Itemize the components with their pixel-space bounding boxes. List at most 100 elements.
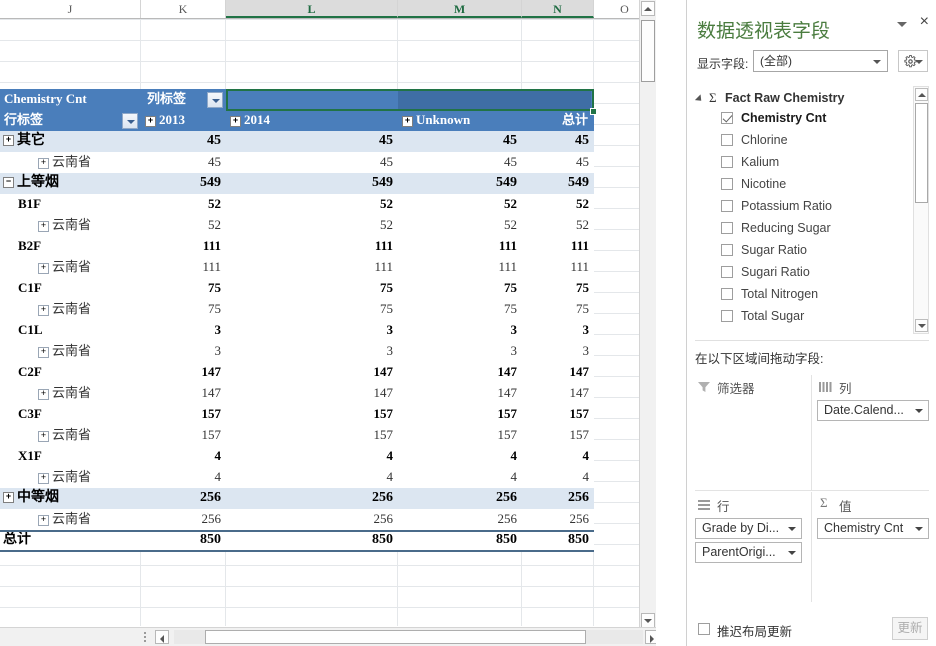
- pivot-value-cell[interactable]: 111: [522, 236, 594, 257]
- pivot-row-label[interactable]: + 其它: [0, 131, 141, 152]
- pivot-row-label[interactable]: C3F: [0, 404, 141, 425]
- column-header-m[interactable]: M: [398, 0, 522, 18]
- grand-total-label[interactable]: 总计: [0, 530, 141, 551]
- pivot-value-cell[interactable]: 45: [522, 152, 594, 173]
- pivot-value-cell[interactable]: 45: [398, 131, 522, 152]
- field-list-scroll-down-button[interactable]: [915, 319, 928, 332]
- pivot-value-cell[interactable]: 256: [398, 488, 522, 509]
- pivot-value-cell[interactable]: 256: [226, 509, 398, 530]
- pivot-value-cell[interactable]: 3: [398, 341, 522, 362]
- pivot-value-cell[interactable]: 45: [226, 131, 398, 152]
- column-header-n[interactable]: N: [522, 0, 594, 18]
- field-list-scrollbar[interactable]: [913, 86, 929, 334]
- field-list[interactable]: Σ Fact Raw Chemistry Chemistry Cnt Chlorine…: [695, 86, 929, 334]
- column-header-l[interactable]: L: [226, 0, 398, 18]
- pivot-value-cell[interactable]: 111: [226, 236, 398, 257]
- pivot-value-cell[interactable]: 549: [522, 173, 594, 194]
- pivot-value-cell[interactable]: 52: [226, 194, 398, 215]
- pivot-value-cell[interactable]: 52: [141, 194, 226, 215]
- pivot-value-cell[interactable]: 52: [398, 194, 522, 215]
- scroll-up-button[interactable]: [641, 1, 655, 16]
- horizontal-scrollbar[interactable]: [0, 627, 656, 646]
- pivot-value-cell[interactable]: 75: [226, 299, 398, 320]
- expand-icon[interactable]: +: [38, 346, 49, 358]
- vertical-scroll-thumb[interactable]: [641, 20, 655, 82]
- pivot-value-cell[interactable]: 256: [141, 509, 226, 530]
- expand-icon[interactable]: +: [230, 115, 241, 127]
- field-checkbox[interactable]: [721, 244, 733, 256]
- pivot-value-cell[interactable]: 3: [398, 320, 522, 341]
- pivot-value-cell[interactable]: 111: [398, 236, 522, 257]
- field-list-scroll-thumb[interactable]: [915, 103, 928, 203]
- pivot-value-cell[interactable]: 3: [226, 341, 398, 362]
- pivot-value-cell[interactable]: 52: [522, 215, 594, 236]
- scroll-left-button[interactable]: [155, 630, 169, 644]
- expand-icon[interactable]: +: [38, 472, 49, 484]
- column-labels-filter-button[interactable]: [207, 92, 223, 108]
- pivot-row-label[interactable]: B2F: [0, 236, 141, 257]
- pivot-value-cell[interactable]: 52: [226, 215, 398, 236]
- collapse-icon[interactable]: −: [3, 177, 14, 189]
- pivot-value-cell[interactable]: 75: [226, 278, 398, 299]
- pivot-value-cell[interactable]: 45: [141, 131, 226, 152]
- pivot-value-cell[interactable]: 157: [226, 425, 398, 446]
- pivot-row-label[interactable]: + 中等烟: [0, 488, 141, 509]
- grand-total-value[interactable]: 850: [141, 530, 226, 551]
- pivot-row-label[interactable]: + 云南省: [0, 509, 141, 530]
- pivot-value-cell[interactable]: 147: [398, 383, 522, 404]
- pivot-row-label[interactable]: + 云南省: [0, 425, 141, 446]
- pivot-row-label[interactable]: X1F: [0, 446, 141, 467]
- filters-zone[interactable]: 筛选器: [695, 378, 807, 486]
- pivot-row-label[interactable]: + 云南省: [0, 383, 141, 404]
- pivot-value-cell[interactable]: 157: [141, 404, 226, 425]
- pivot-value-cell[interactable]: 75: [141, 299, 226, 320]
- pivot-value-cell[interactable]: 111: [398, 257, 522, 278]
- pivot-value-cell[interactable]: 3: [522, 341, 594, 362]
- expand-icon[interactable]: +: [145, 115, 156, 127]
- pivot-value-cell[interactable]: 157: [141, 425, 226, 446]
- pivot-value-cell[interactable]: 157: [398, 425, 522, 446]
- expand-icon[interactable]: +: [38, 262, 49, 274]
- column-header-j[interactable]: J: [0, 0, 141, 18]
- columns-zone[interactable]: 列 Date.Calend...: [817, 378, 929, 486]
- pivot-value-cell[interactable]: 52: [522, 194, 594, 215]
- expand-icon[interactable]: +: [38, 304, 49, 316]
- pivot-value-cell[interactable]: 111: [226, 257, 398, 278]
- pivot-value-cell[interactable]: 75: [141, 278, 226, 299]
- pivot-value-cell[interactable]: 45: [141, 152, 226, 173]
- pivot-value-cell[interactable]: 45: [226, 152, 398, 173]
- pivot-value-cell[interactable]: 549: [398, 173, 522, 194]
- pivot-value-cell[interactable]: 157: [398, 404, 522, 425]
- pivot-row-label[interactable]: + 云南省: [0, 341, 141, 362]
- pivot-value-cell[interactable]: 4: [398, 467, 522, 488]
- pivot-value-cell[interactable]: 4: [522, 446, 594, 467]
- pivot-row-label[interactable]: B1F: [0, 194, 141, 215]
- pivot-value-cell[interactable]: 147: [522, 383, 594, 404]
- pivot-value-cell[interactable]: 147: [141, 383, 226, 404]
- field-checkbox[interactable]: [721, 266, 733, 278]
- expand-icon[interactable]: +: [38, 220, 49, 232]
- field-checkbox[interactable]: [721, 134, 733, 146]
- pivot-value-cell[interactable]: 147: [398, 362, 522, 383]
- field-checkbox[interactable]: [721, 310, 733, 322]
- values-zone[interactable]: Σ 值 Chemistry Cnt: [817, 495, 929, 600]
- pivot-value-cell[interactable]: 3: [522, 320, 594, 341]
- pivot-value-cell[interactable]: 75: [398, 299, 522, 320]
- field-checkbox[interactable]: [721, 156, 733, 168]
- column-field-chip[interactable]: Date.Calend...: [817, 400, 929, 421]
- rows-zone[interactable]: 行 Grade by Di... ParentOrigi...: [695, 496, 807, 600]
- field-checkbox[interactable]: [721, 200, 733, 212]
- pivot-value-cell[interactable]: 147: [226, 383, 398, 404]
- pivot-value-cell[interactable]: 4: [141, 446, 226, 467]
- pivot-value-cell[interactable]: 52: [398, 215, 522, 236]
- pivot-value-cell[interactable]: 256: [141, 488, 226, 509]
- show-fields-select[interactable]: (全部): [753, 50, 888, 72]
- expand-icon[interactable]: +: [3, 135, 14, 147]
- grand-total-value[interactable]: 850: [398, 530, 522, 551]
- pivot-row-label[interactable]: + 云南省: [0, 215, 141, 236]
- pivot-value-cell[interactable]: 256: [398, 509, 522, 530]
- field-checkbox[interactable]: [721, 112, 733, 124]
- pivot-value-cell[interactable]: 75: [522, 278, 594, 299]
- expand-icon[interactable]: +: [38, 157, 49, 169]
- pivot-row-label[interactable]: + 云南省: [0, 257, 141, 278]
